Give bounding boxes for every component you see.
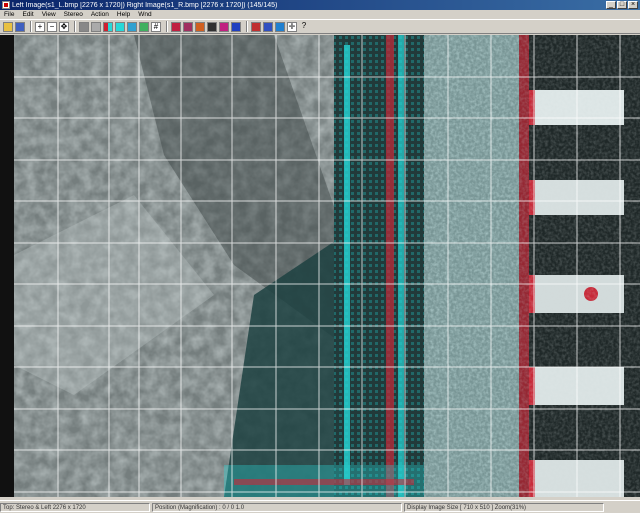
move-icon[interactable]: ✥: [59, 21, 69, 32]
close-button[interactable]: ×: [628, 1, 638, 9]
magenta-icon[interactable]: [219, 21, 229, 32]
menu-action[interactable]: Action: [87, 11, 113, 18]
grid-icon[interactable]: #: [151, 21, 161, 32]
toolbar-separator: [74, 21, 76, 32]
color-select-icon[interactable]: [183, 21, 193, 32]
crosshair-icon[interactable]: ✛: [287, 21, 297, 32]
anaglyph-image: [14, 35, 640, 497]
palette-icon[interactable]: [195, 21, 205, 32]
status-display-size: Display Image Size [ 710 x 510 ] Zoom(31…: [404, 502, 604, 512]
toolbar-separator: [166, 21, 168, 32]
side-by-side-icon[interactable]: [127, 21, 137, 32]
zoom-out-icon[interactable]: −: [47, 21, 57, 32]
toolbar-separator: [30, 21, 32, 32]
app-icon: [2, 1, 10, 9]
status-bar: Top: Stereo & Left 2276 x 1720 Position …: [0, 500, 640, 513]
view-margin: [0, 35, 14, 497]
overlay-icon[interactable]: [139, 21, 149, 32]
left-image-icon[interactable]: [79, 21, 89, 32]
flag-icon[interactable]: [275, 21, 285, 32]
swap-icon[interactable]: [115, 21, 125, 32]
minimize-button[interactable]: _: [606, 1, 616, 9]
save-icon[interactable]: [15, 21, 25, 32]
status-image-info: Top: Stereo & Left 2276 x 1720: [0, 502, 150, 512]
window-title: Left Image(s1_L.bmp [2276 x 1720]) Right…: [12, 1, 278, 9]
menu-help[interactable]: Help: [113, 11, 134, 18]
marker-icon[interactable]: [251, 21, 261, 32]
toolbar-separator: [246, 21, 248, 32]
stereo-image-view[interactable]: [14, 35, 640, 497]
zoom-in-icon[interactable]: +: [35, 21, 45, 32]
toolbar: + − ✥ # ✛ ?: [0, 19, 640, 34]
red-channel-icon[interactable]: [171, 21, 181, 32]
contrast-icon[interactable]: [207, 21, 217, 32]
menu-view[interactable]: View: [38, 11, 60, 18]
maximize-button[interactable]: □: [617, 1, 627, 9]
status-position: Position (Magnification) : 0 / 0 1.0: [152, 502, 402, 512]
open-icon[interactable]: [3, 21, 13, 32]
window-controls: _ □ ×: [606, 1, 638, 9]
right-image-icon[interactable]: [91, 21, 101, 32]
help-icon[interactable]: ?: [299, 21, 309, 32]
menu-stereo[interactable]: Stereo: [60, 11, 87, 18]
anaglyph-icon[interactable]: [103, 21, 113, 32]
menu-edit[interactable]: Edit: [18, 11, 37, 18]
title-bar: Left Image(s1_L.bmp [2276 x 1720]) Right…: [0, 0, 640, 10]
blue-icon[interactable]: [231, 21, 241, 32]
menu-bar: File Edit View Stereo Action Help Wnd: [0, 10, 640, 19]
menu-file[interactable]: File: [0, 11, 18, 18]
menu-window[interactable]: Wnd: [134, 11, 155, 18]
measure-icon[interactable]: [263, 21, 273, 32]
